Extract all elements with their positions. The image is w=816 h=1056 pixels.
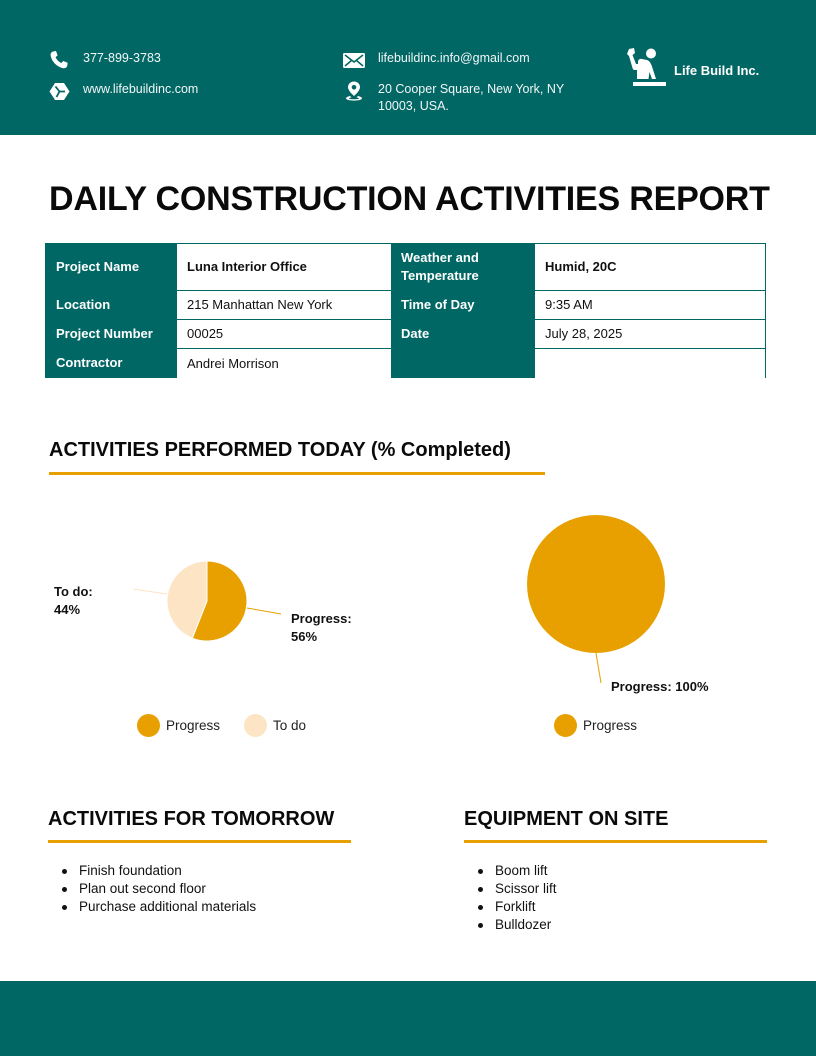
address-text: 20 Cooper Square, New York, NY 10003, US… (378, 82, 564, 113)
email-link[interactable]: lifebuildinc.info@gmail.com (378, 50, 530, 67)
list-item: Finish foundation (49, 862, 256, 880)
location-pin-icon (343, 81, 365, 101)
list-item: Purchase additional materials (49, 898, 256, 916)
value-contractor: Andrei Morrison (177, 349, 391, 378)
activities-today-rule (49, 472, 545, 475)
pie1-slice-to-do (166, 560, 208, 639)
website-icon (48, 81, 70, 101)
phone-text[interactable]: 377-899-3783 (83, 50, 161, 67)
pie1-leader-line (132, 588, 168, 595)
label-project-name: Project Name (46, 244, 177, 290)
value-date: July 28, 2025 (535, 320, 765, 349)
list-item: Boom lift (465, 862, 557, 880)
brand: Life Build Inc. (626, 47, 759, 94)
pie1-label-progress-value: 56% (291, 629, 318, 644)
value-time-of-day: 9:35 AM (535, 291, 765, 320)
legend-swatch-progress (137, 714, 160, 737)
value-weather: Humid, 20C (535, 244, 765, 291)
label-date: Date (391, 319, 535, 348)
value-project-number: 00025 (177, 320, 391, 349)
pie1-label-progress-name: Progress: (291, 611, 352, 626)
legend-swatch-todo (244, 714, 268, 737)
label-weather: Weather and Temperature (391, 244, 535, 290)
pie1-legend: Progress To do (137, 714, 318, 737)
legend-item-todo: To do (244, 714, 306, 737)
label-empty (391, 348, 535, 378)
contact-email: lifebuildinc.info@gmail.com (343, 50, 530, 70)
pie1-slice-progress (191, 560, 248, 642)
pie1-label-todo-name: To do: (54, 584, 93, 599)
phone-icon (48, 50, 70, 70)
label-contractor: Contractor (46, 348, 177, 378)
contact-phone: 377-899-3783 (48, 50, 161, 70)
pie1-label-progress: Progress: 56% (291, 610, 352, 646)
legend-item-progress: Progress (554, 714, 637, 737)
page-title: DAILY CONSTRUCTION ACTIVITIES REPORT (49, 180, 770, 218)
header-bar: 377-899-3783 www.lifebuildinc.com lifebu… (0, 0, 816, 135)
list-item: Scissor lift (465, 880, 557, 898)
equipment-rule (464, 840, 767, 843)
list-item: Forklift (465, 898, 557, 916)
pie1-label-todo: To do: 44% (54, 583, 93, 619)
value-location: 215 Manhattan New York (177, 291, 391, 320)
tomorrow-list: Finish foundation Plan out second floor Pu… (49, 862, 256, 916)
value-project-name: Luna Interior Office (177, 244, 391, 291)
pie1-label-todo-value: 44% (54, 602, 81, 617)
footer-bar (0, 981, 816, 1056)
worker-logo-icon (626, 47, 666, 94)
legend-label-progress: Progress (583, 718, 638, 733)
company-name: Life Build Inc. (674, 63, 760, 78)
value-empty (535, 349, 765, 378)
pie1-leader-line (246, 607, 282, 615)
pie2-legend: Progress (554, 714, 649, 737)
equipment-heading: EQUIPMENT ON SITE (464, 808, 669, 830)
legend-label-todo: To do (273, 718, 307, 733)
pie2-leader-line (595, 652, 602, 684)
label-location: Location (46, 290, 177, 319)
legend-label-progress: Progress (166, 718, 221, 733)
project-info-table: Project Name Location Project Number Con… (45, 243, 766, 378)
legend-item-progress: Progress (137, 714, 220, 737)
website-link[interactable]: www.lifebuildinc.com (83, 81, 198, 98)
activities-today-heading: ACTIVITIES PERFORMED TODAY (% Completed) (49, 439, 511, 461)
label-project-number: Project Number (46, 319, 177, 348)
legend-swatch-progress (554, 714, 577, 737)
list-item: Bulldozer (465, 916, 557, 934)
equipment-list: Boom lift Scissor lift Forklift Bulldozer (465, 862, 557, 934)
label-time-of-day: Time of Day (391, 290, 535, 319)
list-item: Plan out second floor (49, 880, 256, 898)
pie2-slice-progress (527, 515, 665, 653)
contact-website: www.lifebuildinc.com (48, 81, 198, 101)
contact-address: 20 Cooper Square, New York, NY 10003, US… (343, 81, 573, 115)
tomorrow-rule (48, 840, 351, 843)
tomorrow-heading: ACTIVITIES FOR TOMORROW (48, 808, 335, 830)
envelope-icon (343, 50, 365, 70)
pie2-label-progress: Progress: 100% (611, 679, 709, 694)
